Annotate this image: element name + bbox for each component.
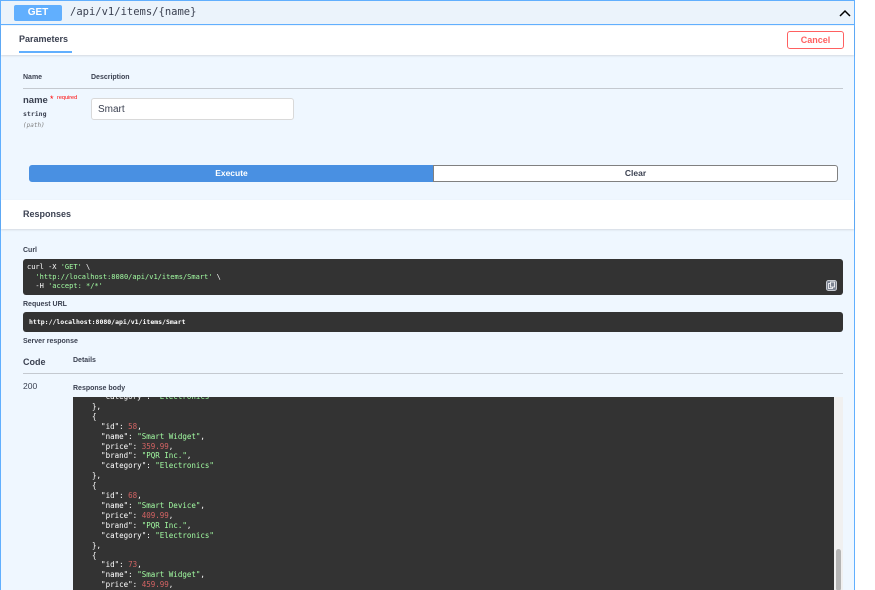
- param-name: name: [23, 95, 48, 106]
- json-line: "name": "Smart Widget",: [83, 570, 205, 580]
- http-method-badge: GET: [14, 5, 62, 21]
- curl-line: -H 'accept: */*': [27, 282, 103, 290]
- chevron-up-icon[interactable]: [838, 6, 852, 20]
- endpoint-path: /api/v1/items/{name}: [70, 6, 197, 18]
- scrollbar-thumb[interactable]: [836, 549, 841, 590]
- json-line: },: [83, 471, 102, 481]
- responses-header: Responses: [1, 200, 854, 229]
- execute-button[interactable]: Execute: [29, 165, 434, 182]
- curl-command-block[interactable]: curl -X 'GET' \ 'http://localhost:8080/a…: [23, 259, 843, 295]
- json-line: {: [83, 481, 97, 491]
- response-body-scrollbar[interactable]: [834, 397, 843, 590]
- json-line: {: [83, 550, 97, 560]
- curl-line: 'http://localhost:8080/api/v1/items/Smar…: [35, 272, 221, 281]
- name-param-input[interactable]: [91, 98, 294, 120]
- json-line: "price": 459.99,: [83, 580, 174, 590]
- json-line: "price": 409.99,: [83, 510, 174, 520]
- server-response-label: Server response: [23, 338, 78, 345]
- json-line: "category": "Electronics": [83, 461, 214, 471]
- cancel-button[interactable]: Cancel: [787, 31, 844, 49]
- parameters-header: Parameters Cancel: [1, 26, 854, 55]
- response-body-lines: "category": "Electronics" }, { "id": 58,…: [83, 397, 214, 590]
- responses-title: Responses: [23, 209, 72, 219]
- json-line: },: [83, 540, 102, 550]
- response-table-divider: [23, 373, 843, 374]
- json-line: "brand": "PQR Inc.",: [83, 520, 192, 530]
- required-star: *: [50, 94, 54, 104]
- column-header-description: Description: [91, 74, 130, 81]
- clear-button[interactable]: Clear: [433, 165, 838, 182]
- json-line: },: [83, 401, 102, 411]
- column-header-name: Name: [23, 74, 43, 81]
- response-body[interactable]: "category": "Electronics" }, { "id": 58,…: [73, 397, 834, 590]
- get-operation-block: GET /api/v1/items/{name} Parameters Canc…: [0, 0, 855, 590]
- curl-lines: curl -X 'GET' \ 'http://localhost:8080/a…: [27, 263, 839, 292]
- json-line: "category": "Electronics": [83, 530, 214, 540]
- json-line: {: [83, 411, 97, 421]
- curl-line: curl -X 'GET' \: [27, 263, 91, 271]
- tab-parameters[interactable]: Parameters: [19, 34, 68, 44]
- required-label: required: [57, 95, 78, 101]
- json-line: "id": 58,: [83, 421, 142, 431]
- json-line: "name": "Smart Widget",: [83, 431, 205, 441]
- response-body-label: Response body: [73, 385, 126, 392]
- tab-active-indicator: [19, 51, 72, 53]
- response-status-code: 200: [23, 381, 38, 391]
- param-type: string: [23, 110, 47, 118]
- column-header-details: Details: [73, 357, 96, 364]
- column-header-code: Code: [23, 357, 46, 367]
- json-line: "id": 73,: [83, 560, 142, 570]
- json-line: "id": 68,: [83, 491, 142, 501]
- table-divider: [23, 88, 843, 89]
- json-line: "price": 359.99,: [83, 441, 174, 451]
- curl-label: Curl: [23, 247, 37, 254]
- operation-summary[interactable]: GET /api/v1/items/{name}: [1, 1, 854, 25]
- request-url-label: Request URL: [23, 301, 67, 308]
- param-location: (path): [23, 122, 45, 129]
- json-line: "category": "Electronics": [83, 397, 214, 402]
- json-line: "brand": "PQR Inc.",: [83, 451, 192, 461]
- json-line: "name": "Smart Device",: [83, 500, 205, 510]
- copy-icon[interactable]: [826, 280, 837, 291]
- request-url-value[interactable]: http://localhost:8080/api/v1/items/Smart: [23, 312, 843, 332]
